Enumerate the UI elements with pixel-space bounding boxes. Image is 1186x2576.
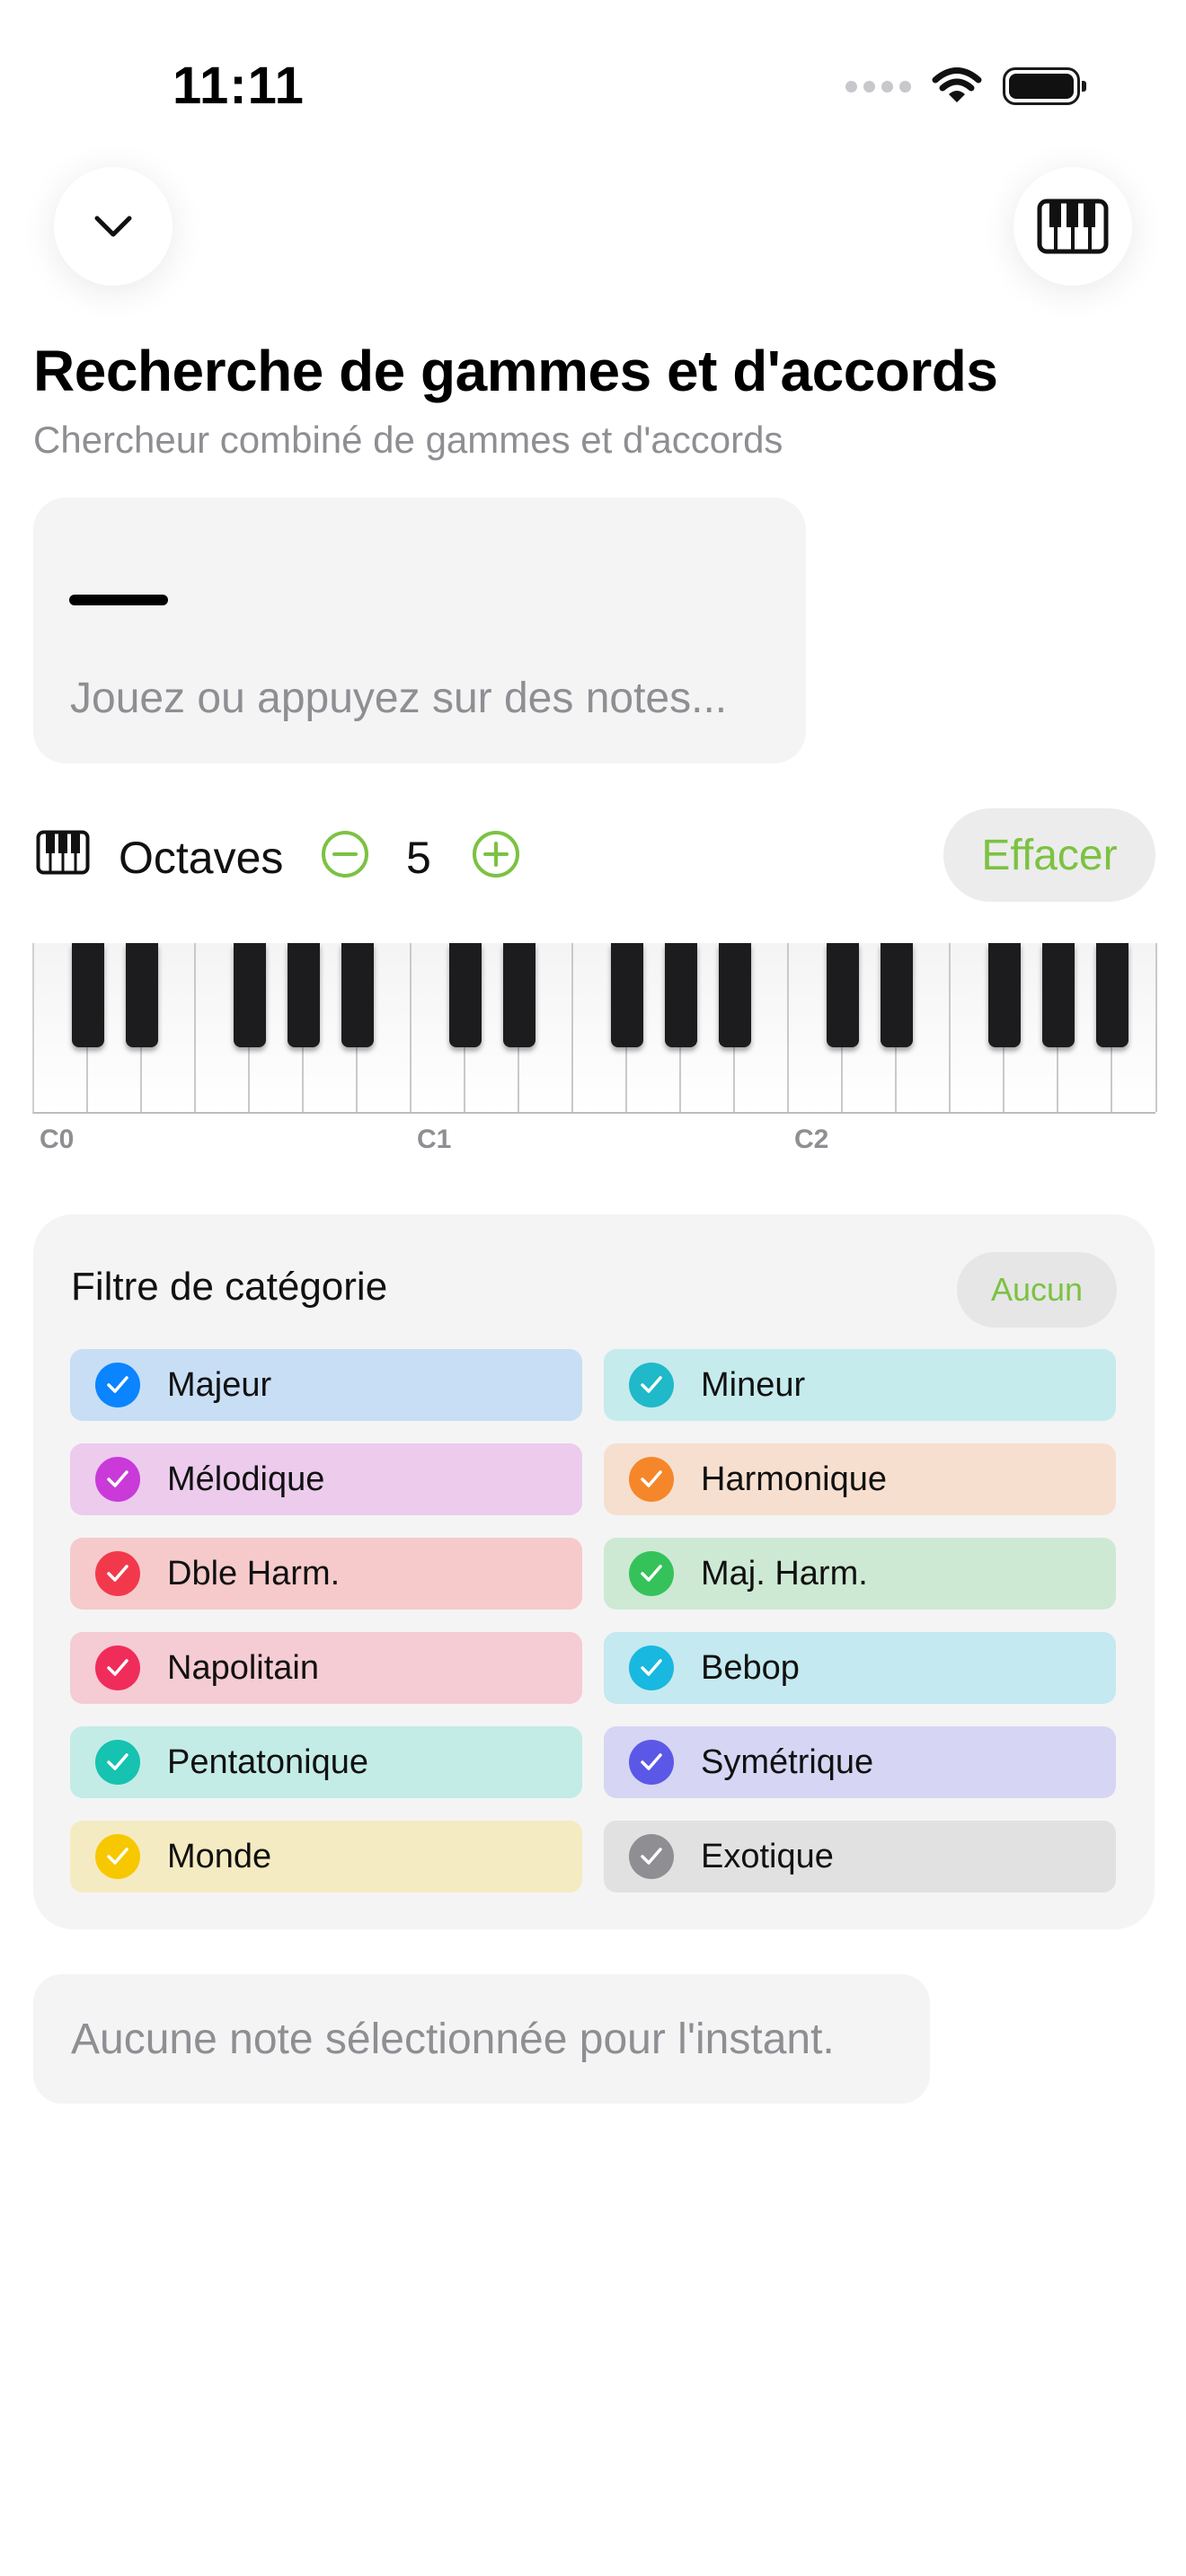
category-chip[interactable]: Monde — [70, 1821, 582, 1892]
results-empty-state: Aucune note sélectionnée pour l'instant. — [33, 1974, 930, 2104]
black-key[interactable] — [126, 943, 158, 1047]
category-chip[interactable]: Pentatonique — [70, 1726, 582, 1798]
deselect-all-button[interactable]: Aucun — [957, 1252, 1117, 1328]
octave-tick-label: C0 — [40, 1125, 75, 1154]
category-chip[interactable]: Maj. Harm. — [604, 1538, 1116, 1610]
piano-mode-button[interactable] — [1013, 167, 1132, 286]
category-chip-label: Mélodique — [167, 1460, 325, 1498]
black-key[interactable] — [449, 943, 482, 1047]
category-chip-label: Monde — [167, 1837, 272, 1875]
checkmark-icon — [629, 1363, 674, 1407]
status-time: 11:11 — [173, 57, 305, 115]
piano-keys-icon — [1037, 198, 1109, 254]
category-chip[interactable]: Mineur — [604, 1349, 1116, 1421]
octave-tick-label: C2 — [794, 1125, 829, 1154]
category-chip[interactable]: Dble Harm. — [70, 1538, 582, 1610]
black-key[interactable] — [1096, 943, 1128, 1047]
category-chip[interactable]: Exotique — [604, 1821, 1116, 1892]
category-chip-label: Maj. Harm. — [701, 1554, 868, 1592]
category-filter-title: Filtre de catégorie — [71, 1265, 388, 1309]
category-chip-label: Harmonique — [701, 1460, 887, 1498]
category-chip-label: Mineur — [701, 1365, 806, 1404]
category-chip[interactable]: Symétrique — [604, 1726, 1116, 1798]
checkmark-icon — [95, 1363, 140, 1407]
category-chip[interactable]: Napolitain — [70, 1632, 582, 1704]
cellular-signal-icon — [845, 80, 911, 93]
black-key[interactable] — [288, 943, 320, 1047]
octave-tick-label: C1 — [417, 1125, 452, 1154]
category-chip-label: Napolitain — [167, 1648, 319, 1687]
wifi-icon — [932, 67, 982, 102]
checkmark-icon — [95, 1645, 140, 1690]
black-key[interactable] — [611, 943, 643, 1047]
checkmark-icon — [95, 1740, 140, 1785]
category-chip[interactable]: Harmonique — [604, 1443, 1116, 1515]
notes-placeholder: Jouez ou appuyez sur des notes... — [70, 675, 728, 722]
black-key[interactable] — [1042, 943, 1075, 1047]
page-subtitle: Chercheur combiné de gammes et d'accords — [33, 419, 783, 461]
battery-icon — [1003, 67, 1086, 105]
collapse-button[interactable] — [54, 167, 173, 286]
black-key[interactable] — [665, 943, 697, 1047]
checkmark-icon — [629, 1740, 674, 1785]
empty-notes-dash — [69, 595, 168, 605]
decrease-octave-button[interactable] — [320, 829, 370, 879]
chevron-down-icon — [94, 216, 132, 237]
category-chip-label: Symétrique — [701, 1742, 874, 1781]
checkmark-icon — [629, 1834, 674, 1879]
category-filter-card: Filtre de catégorie Aucun Majeur Mineur Mé… — [33, 1214, 1155, 1929]
category-chip[interactable]: Majeur — [70, 1349, 582, 1421]
black-key[interactable] — [719, 943, 751, 1047]
black-key[interactable] — [827, 943, 859, 1047]
black-key[interactable] — [881, 943, 913, 1047]
checkmark-icon — [629, 1457, 674, 1502]
category-chip-label: Bebop — [701, 1648, 800, 1687]
checkmark-icon — [95, 1834, 140, 1879]
octave-count: 5 — [406, 833, 431, 883]
octave-controls: Octaves 5 Effacer — [36, 808, 1155, 902]
category-chip-label: Majeur — [167, 1365, 272, 1404]
black-key[interactable] — [988, 943, 1021, 1047]
black-key[interactable] — [503, 943, 535, 1047]
clear-button[interactable]: Effacer — [943, 808, 1155, 902]
notes-input-area[interactable]: Jouez ou appuyez sur des notes... — [33, 498, 806, 763]
category-chip-label: Dble Harm. — [167, 1554, 341, 1592]
status-icons — [845, 66, 1086, 106]
increase-octave-button[interactable] — [471, 829, 521, 879]
checkmark-icon — [95, 1457, 140, 1502]
black-key[interactable] — [341, 943, 374, 1047]
category-chip-label: Pentatonique — [167, 1742, 368, 1781]
category-chip-label: Exotique — [701, 1837, 834, 1875]
category-chip[interactable]: Mélodique — [70, 1443, 582, 1515]
empty-message: Aucune note sélectionnée pour l'instant. — [71, 2015, 835, 2063]
keyboard-icon — [36, 830, 90, 875]
black-key[interactable] — [72, 943, 104, 1047]
octaves-label: Octaves — [119, 833, 284, 883]
category-chip[interactable]: Bebop — [604, 1632, 1116, 1704]
black-key[interactable] — [234, 943, 266, 1047]
checkmark-icon — [629, 1645, 674, 1690]
page-title: Recherche de gammes et d'accords — [33, 339, 998, 403]
checkmark-icon — [95, 1551, 140, 1596]
piano-keyboard[interactable] — [32, 943, 1157, 1114]
checkmark-icon — [629, 1551, 674, 1596]
